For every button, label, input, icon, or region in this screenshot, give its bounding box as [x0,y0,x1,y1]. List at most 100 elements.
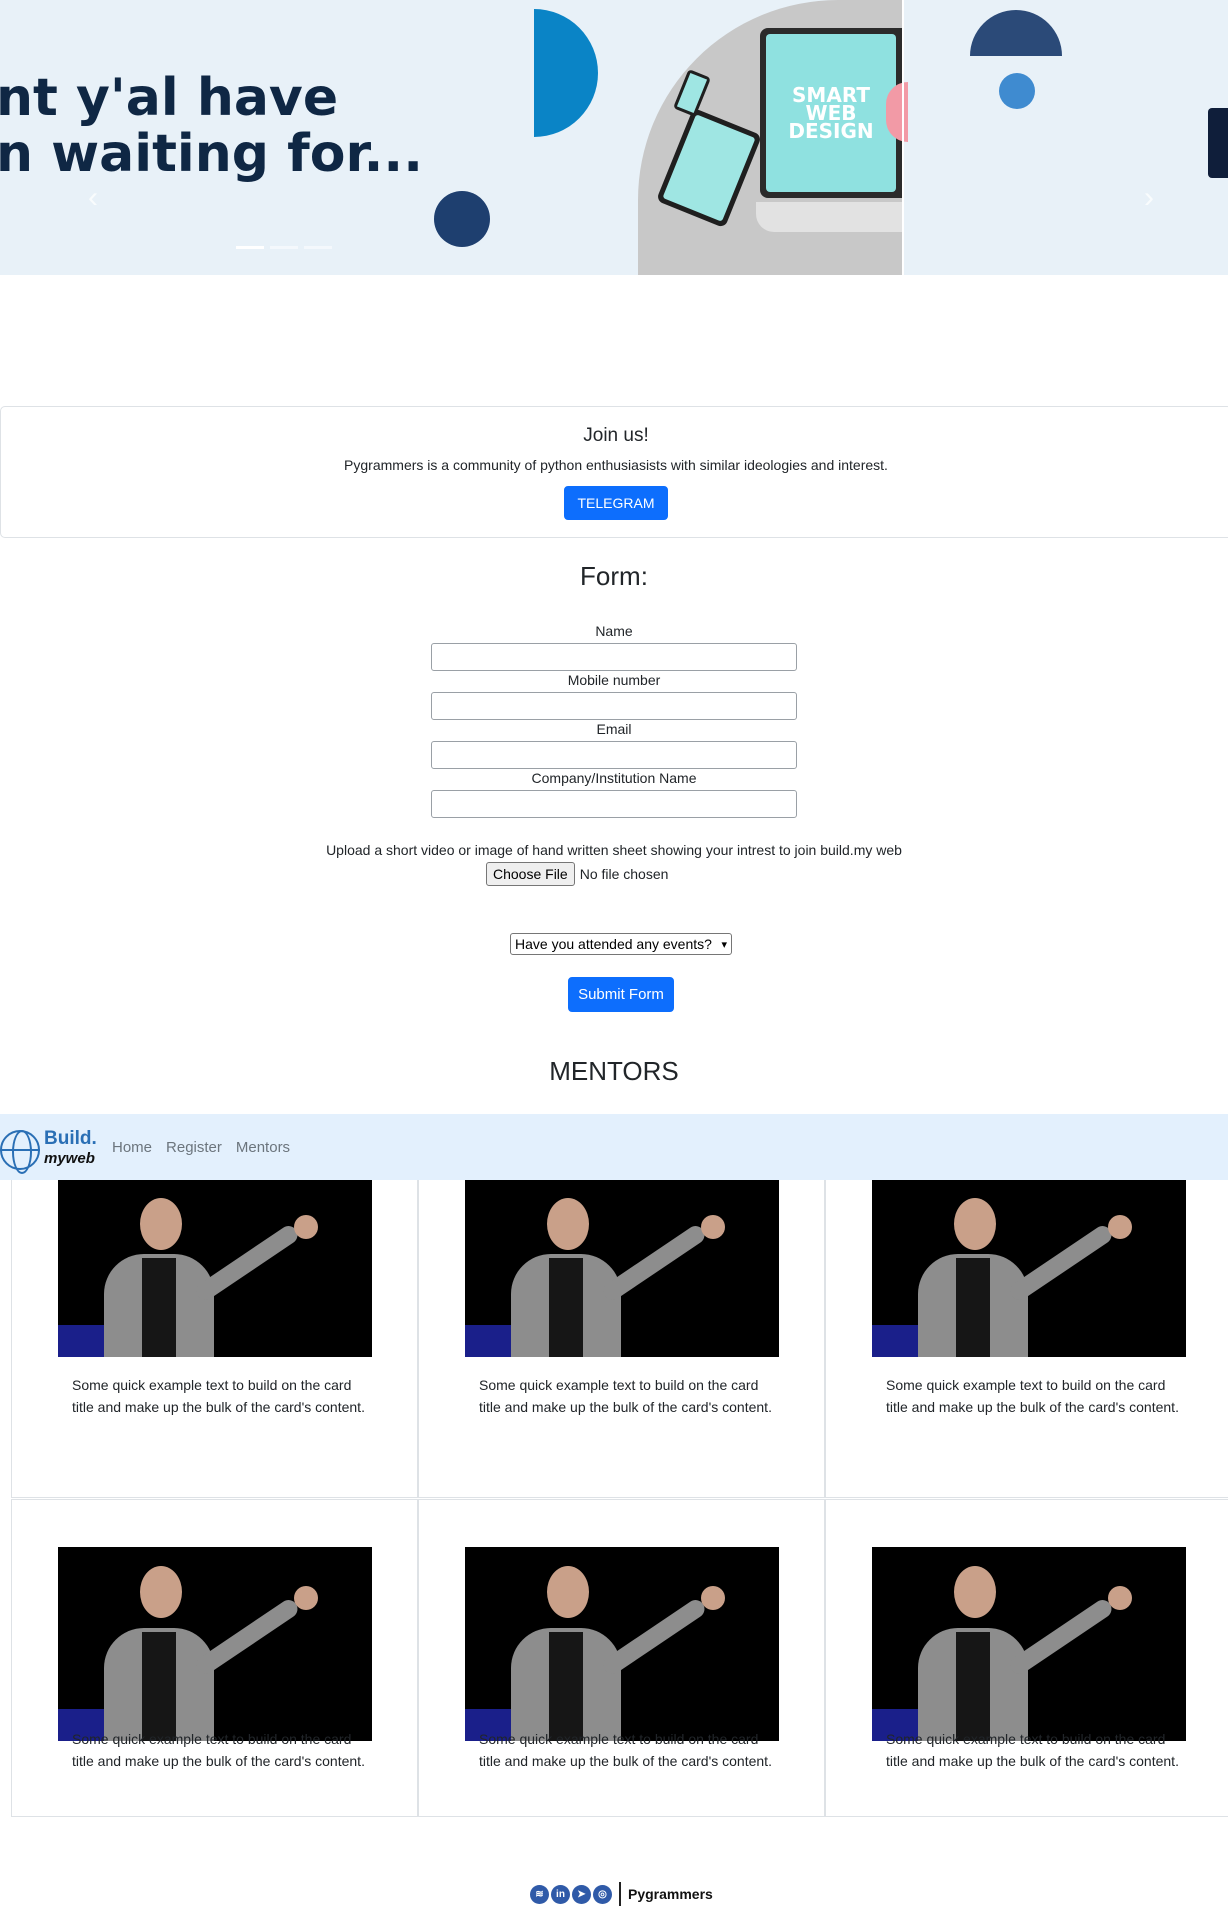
hero-monitor-stand [756,202,902,232]
hero-monitor-illustration: SMART WEB DESIGN [760,28,902,198]
carousel-indicator-3[interactable] [304,246,332,249]
footer-divider [619,1882,621,1906]
hero-edge-device [1208,108,1228,178]
photo-figure-head [140,1566,182,1618]
choose-file-button[interactable]: Choose File [486,862,575,886]
mentor-card: Some quick example text to build on the … [11,1499,418,1817]
upload-instructions: Upload a short video or image of hand wr… [326,842,902,858]
events-select[interactable]: Have you attended any events? ▾ [510,933,732,955]
name-input[interactable] [431,643,797,671]
hero-navy-circle [434,191,490,247]
photo-figure-shirt [956,1258,990,1357]
mentor-card-text: Some quick example text to build on the … [886,1731,1179,1769]
spotify-icon[interactable]: ≋ [530,1884,549,1904]
mentor-photo [58,1547,372,1741]
photo-figure-head [140,1198,182,1250]
mobile-input[interactable] [431,692,797,720]
brand-name-top: Build. [44,1128,97,1149]
submit-form-button[interactable]: Submit Form [568,977,674,1012]
photo-figure-arm [193,1596,301,1678]
hero-carousel: nt y'al have n waiting for... SMART WEB … [0,0,1228,275]
mentor-card-text: Some quick example text to build on the … [886,1377,1179,1415]
chevron-down-icon: ▾ [721,938,727,951]
hero-blue-dot [999,73,1035,109]
mentor-photo [58,1180,372,1357]
instagram-icon[interactable]: ◎ [593,1884,612,1904]
photo-figure-arm [1007,1596,1115,1678]
photo-figure-hand [294,1215,318,1239]
nav-link-home[interactable]: Home [112,1139,152,1156]
file-status: No file chosen [579,866,669,882]
monitor-text-design: DESIGN [788,119,874,143]
photo-figure-head [547,1566,589,1618]
hero-headline-line2: n waiting for... [0,124,423,184]
mentor-card-text: Some quick example text to build on the … [72,1731,365,1769]
photo-figure-arm [1007,1222,1115,1304]
hero-headline: nt y'al have n waiting for... [0,70,423,182]
photo-figure-head [547,1198,589,1250]
telegram-button[interactable]: TELEGRAM [564,486,668,520]
telegram-icon[interactable]: ➤ [572,1884,591,1904]
mentor-photo [465,1547,779,1741]
navbar: Build. myweb Home Register Mentors [0,1114,1228,1180]
file-upload: Choose File No file chosen [486,862,668,886]
photo-figure-shirt [142,1258,176,1357]
footer-brand: Pygrammers [628,1886,713,1902]
email-input[interactable] [431,741,797,769]
mentors-title: MENTORS [549,1056,679,1086]
brand-name-bottom: myweb [44,1150,95,1167]
mentor-photo [465,1180,779,1357]
photo-figure-shirt [956,1632,990,1741]
globe-icon [0,1130,40,1174]
join-card: Join us! Pygrammers is a community of py… [0,406,1228,538]
company-input[interactable] [431,790,797,818]
photo-figure-shirt [549,1258,583,1357]
brand-logo[interactable]: Build. myweb [0,1122,100,1174]
photo-figure-hand [294,1586,318,1610]
name-label: Name [595,623,633,639]
mobile-label: Mobile number [567,672,661,688]
photo-figure-hand [1108,1215,1132,1239]
mentor-card: Some quick example text to build on the … [825,1180,1228,1498]
photo-figure-shirt [549,1632,583,1741]
name-field-group: Name [0,622,1228,671]
hero-navy-semicircle [970,10,1062,56]
photo-figure-head [954,1198,996,1250]
carousel-indicator-1[interactable] [236,246,264,249]
join-title: Join us! [583,425,649,446]
mentor-photo [872,1180,1186,1357]
mentor-card-text: Some quick example text to build on the … [72,1377,365,1415]
email-label: Email [596,721,632,737]
company-field-group: Company/Institution Name [0,769,1228,818]
registration-form: Name Mobile number Email Company/Institu… [0,622,1228,818]
mentor-card: Some quick example text to build on the … [825,1499,1228,1817]
photo-figure-hand [701,1586,725,1610]
mentor-card: Some quick example text to build on the … [418,1499,825,1817]
mentor-card: Some quick example text to build on the … [418,1180,825,1498]
nav-link-mentors[interactable]: Mentors [236,1139,290,1156]
photo-figure-arm [600,1596,708,1678]
mentor-card: Some quick example text to build on the … [11,1180,418,1498]
carousel-indicators [236,246,332,249]
hero-headline-line1: nt y'al have [0,68,339,128]
mobile-field-group: Mobile number [0,671,1228,720]
join-text: Pygrammers is a community of python enth… [344,457,888,473]
linkedin-icon[interactable]: in [551,1884,570,1904]
events-select-value: Have you attended any events? [515,936,712,952]
mentor-card-text: Some quick example text to build on the … [479,1731,772,1769]
mentor-card-text: Some quick example text to build on the … [479,1377,772,1415]
footer: ≋ in ➤ ◎ Pygrammers [530,1882,713,1906]
hero-monitor-screen: SMART WEB DESIGN [766,34,896,192]
page: nt y'al have n waiting for... SMART WEB … [0,0,1228,1907]
hero-blue-half-circle [534,9,598,137]
carousel-next-button[interactable]: › [1134,178,1164,218]
company-label: Company/Institution Name [531,770,697,786]
nav-link-register[interactable]: Register [166,1139,222,1156]
photo-figure-shirt [142,1632,176,1741]
carousel-indicator-2[interactable] [270,246,298,249]
photo-figure-arm [193,1222,301,1304]
hero-slide-divider [902,0,904,275]
photo-figure-hand [1108,1586,1132,1610]
carousel-prev-button[interactable]: ‹ [78,178,108,218]
form-title: Form: [580,561,648,591]
